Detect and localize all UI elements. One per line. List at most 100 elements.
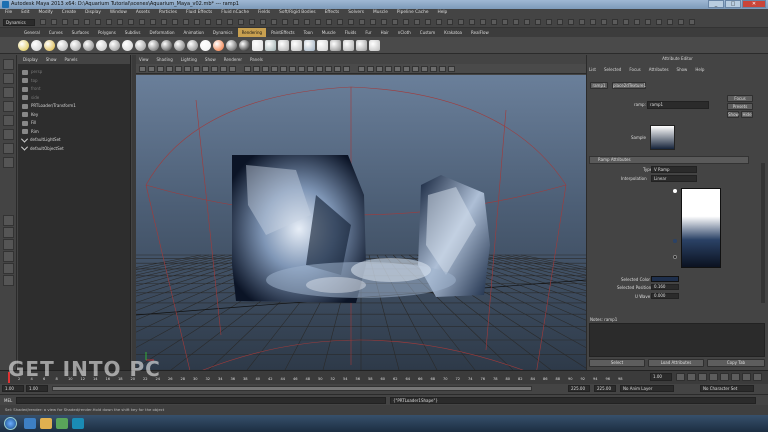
current-frame-field[interactable]: 1.00 (650, 373, 672, 381)
status-line-icon[interactable] (62, 19, 68, 25)
status-line-icon[interactable] (370, 19, 376, 25)
status-line-icon[interactable] (502, 19, 508, 25)
status-line-icon[interactable] (260, 19, 266, 25)
shelf-tab-ncloth[interactable]: nCloth (394, 28, 415, 37)
menu-muscle[interactable]: Muscle (373, 9, 388, 17)
layout-render-icon[interactable] (3, 275, 14, 286)
viewport-tool-icon[interactable] (358, 66, 365, 72)
status-line-icon[interactable] (491, 19, 497, 25)
viewport-tool-icon[interactable] (139, 66, 146, 72)
ramp-handle-top[interactable] (673, 189, 677, 193)
shelf-tool-icon[interactable] (226, 40, 237, 51)
shelf-tool-icon[interactable] (213, 40, 224, 51)
select-button[interactable]: Select (589, 359, 645, 367)
outliner-item[interactable]: top (22, 77, 38, 85)
presets-button[interactable]: Presets (727, 103, 753, 110)
shelf-tool-icon[interactable] (109, 40, 120, 51)
shelf-tool-icon[interactable] (265, 40, 276, 51)
status-line-icon[interactable] (656, 19, 662, 25)
viewport-tool-icon[interactable] (211, 66, 218, 72)
status-line-icon[interactable] (40, 19, 46, 25)
close-button[interactable]: ✕ (742, 0, 766, 8)
last-tool-icon[interactable] (3, 157, 14, 168)
outliner-menu-display[interactable]: Display (23, 55, 38, 64)
paint-select-icon[interactable] (3, 87, 14, 98)
status-line-icon[interactable] (403, 19, 409, 25)
layout-graph-icon[interactable] (3, 251, 14, 262)
viewport-tool-icon[interactable] (334, 66, 341, 72)
viewport-tool-icon[interactable] (307, 66, 314, 72)
outliner-item[interactable]: defaultLightSet (20, 135, 61, 144)
shelf-tool-icon[interactable] (317, 40, 328, 51)
layout-single-icon[interactable] (3, 215, 14, 226)
ae-menu-help[interactable]: Help (695, 67, 704, 72)
outliner-item[interactable]: Key (22, 111, 38, 119)
select-tool-icon[interactable] (3, 59, 14, 70)
outliner-item[interactable]: front (22, 85, 41, 93)
shelf-tab-toon[interactable]: Toon (300, 28, 317, 37)
status-line-icon[interactable] (183, 19, 189, 25)
shelf-tab-deformation[interactable]: Deformation (146, 28, 179, 37)
viewport-tool-icon[interactable] (385, 66, 392, 72)
shelf-tab-animation[interactable]: Animation (180, 28, 208, 37)
rotate-tool-icon[interactable] (3, 115, 14, 126)
minimize-button[interactable]: _ (708, 0, 724, 8)
status-line-icon[interactable] (106, 19, 112, 25)
shelf-tool-icon[interactable] (291, 40, 302, 51)
selected-color-swatch[interactable] (651, 276, 679, 282)
viewport-tool-icon[interactable] (394, 66, 401, 72)
status-line-icon[interactable] (524, 19, 530, 25)
status-line-icon[interactable] (304, 19, 310, 25)
outliner-menu-show[interactable]: Show (46, 55, 57, 64)
shelf-tool-icon[interactable] (57, 40, 68, 51)
menu-file[interactable]: File (5, 9, 12, 17)
shelf-tool-icon[interactable] (343, 40, 354, 51)
shelf-tool-icon[interactable] (187, 40, 198, 51)
viewport-tool-icon[interactable] (325, 66, 332, 72)
status-line-icon[interactable] (172, 19, 178, 25)
menu-assets[interactable]: Assets (136, 9, 150, 17)
shelf-tool-icon[interactable] (31, 40, 42, 51)
status-line-icon[interactable] (469, 19, 475, 25)
outliner-item[interactable]: PRTLoader/Transform1 (22, 102, 76, 110)
menu-help[interactable]: Help (437, 9, 447, 17)
status-line-icon[interactable] (546, 19, 552, 25)
menu-fluid-ncache[interactable]: Fluid nCache (221, 9, 249, 17)
menu-particles[interactable]: Particles (159, 9, 177, 17)
outliner-item[interactable]: side (22, 94, 39, 102)
start-button[interactable] (4, 417, 17, 430)
move-tool-icon[interactable] (3, 101, 14, 112)
menu-display[interactable]: Display (85, 9, 101, 17)
shelf-tool-icon[interactable] (18, 40, 29, 51)
notes-textarea[interactable] (589, 323, 765, 357)
menu-fields[interactable]: Fields (258, 9, 270, 17)
range-bar[interactable] (52, 386, 532, 391)
status-line-icon[interactable] (689, 19, 695, 25)
viewport-menu-renderer[interactable]: Renderer (224, 55, 242, 64)
ae-menu-attributes[interactable]: Attributes (649, 67, 669, 72)
ramp-gradient-editor[interactable] (681, 188, 721, 268)
hide-button[interactable]: Hide (741, 111, 753, 118)
status-line-icon[interactable] (458, 19, 464, 25)
range-end-field[interactable]: 225.00 (568, 385, 590, 392)
mode-selector[interactable]: Dynamics (3, 19, 35, 26)
viewport-tool-icon[interactable] (343, 66, 350, 72)
status-line-icon[interactable] (73, 19, 79, 25)
media-player-icon[interactable] (56, 418, 68, 429)
viewport-tool-icon[interactable] (220, 66, 227, 72)
shelf-tab-rendering[interactable]: Rendering (237, 28, 267, 37)
shelf-tab-dynamics[interactable]: Dynamics (209, 28, 237, 37)
status-line-icon[interactable] (414, 19, 420, 25)
ae-menu-focus[interactable]: Focus (629, 67, 640, 72)
status-line-icon[interactable] (150, 19, 156, 25)
shelf-tab-realflow[interactable]: RealFlow (467, 28, 493, 37)
mel-input[interactable] (16, 397, 386, 404)
menu-pipeline-cache[interactable]: Pipeline Cache (397, 9, 429, 17)
shelf-tool-icon[interactable] (96, 40, 107, 51)
anim-layer-dropdown[interactable]: No Anim Layer (620, 385, 674, 392)
status-line-icon[interactable] (667, 19, 673, 25)
shelf-tab-general[interactable]: General (20, 28, 44, 37)
viewport-tool-icon[interactable] (148, 66, 155, 72)
viewport-tool-icon[interactable] (412, 66, 419, 72)
outliner-item[interactable]: Rim (22, 128, 39, 136)
